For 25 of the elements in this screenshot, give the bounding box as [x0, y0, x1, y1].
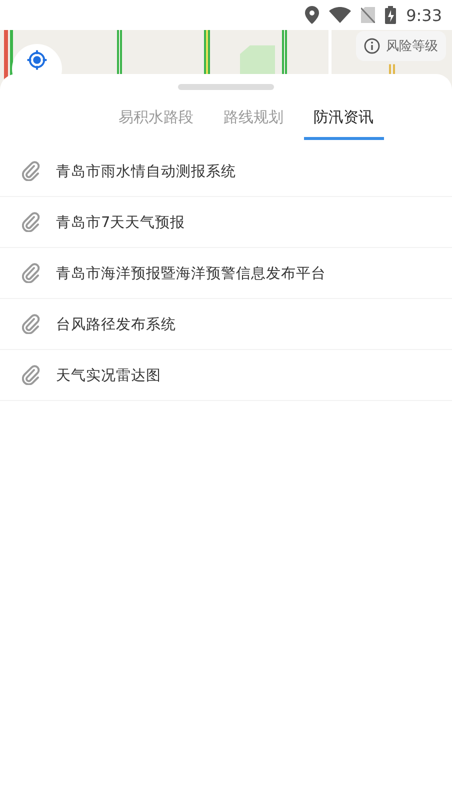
link-item[interactable]: 天气实况雷达图 [0, 350, 452, 401]
link-item[interactable]: 青岛市雨水情自动测报系统 [0, 146, 452, 197]
tab[interactable]: 防汛资讯 [304, 104, 384, 140]
link-item[interactable]: 青岛市海洋预报暨海洋预警信息发布平台 [0, 248, 452, 299]
status-time: 9:33 [406, 6, 442, 24]
target-icon [26, 49, 48, 71]
no-sim-icon [361, 7, 376, 23]
link-item[interactable]: 青岛市7天天气预报 [0, 197, 452, 248]
info-icon [364, 38, 380, 54]
link-title: 台风路径发布系统 [56, 316, 176, 334]
link-item[interactable]: 台风路径发布系统 [0, 299, 452, 350]
link-title: 天气实况雷达图 [56, 366, 161, 384]
link-title: 青岛市雨水情自动测报系统 [56, 162, 236, 180]
drag-handle[interactable] [178, 84, 274, 90]
paperclip-icon [22, 161, 40, 181]
paperclip-icon [22, 365, 40, 385]
link-title: 青岛市7天天气预报 [56, 214, 186, 232]
link-title: 青岛市海洋预报暨海洋预警信息发布平台 [56, 264, 326, 282]
risk-level-button[interactable]: 风险等级 [356, 31, 446, 61]
paperclip-icon [22, 212, 40, 232]
wifi-icon [329, 7, 352, 23]
paperclip-icon [22, 263, 40, 283]
paperclip-icon [22, 314, 40, 334]
battery-charging-icon [385, 6, 396, 24]
location-icon [305, 6, 320, 24]
